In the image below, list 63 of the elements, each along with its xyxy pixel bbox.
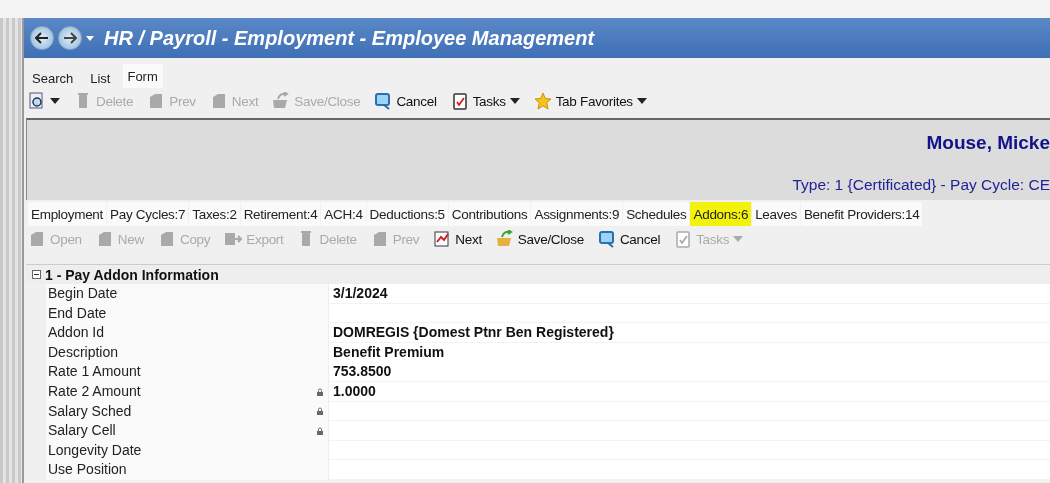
- forward-button[interactable]: [58, 26, 82, 50]
- view-tab[interactable]: List: [86, 68, 116, 88]
- section-title: 1 - Pay Addon Information: [45, 266, 219, 283]
- toolbar-button[interactable]: Tasks: [450, 92, 520, 110]
- record-tab[interactable]: ACH:4: [321, 202, 366, 226]
- field-value: 1.0000: [328, 381, 1050, 402]
- toolbar-button[interactable]: Tab Favorites: [533, 92, 647, 110]
- clipboard-check-icon: [450, 92, 469, 110]
- toolbar-button[interactable]: Cancel: [374, 92, 437, 110]
- record-tab[interactable]: Retirement:4: [240, 202, 321, 226]
- field-value: 3/1/2024: [328, 284, 1050, 304]
- record-tab[interactable]: Pay Cycles:7: [107, 202, 189, 226]
- field-label: Description: [47, 342, 120, 362]
- view-tab[interactable]: Form: [123, 64, 163, 88]
- minus-icon: [33, 271, 40, 278]
- clipboard-check-icon: [674, 230, 693, 248]
- window-title: HR / Payroll - Employment - Employee Management: [104, 26, 595, 50]
- caret-icon: [86, 35, 94, 41]
- record-tab[interactable]: Leaves: [752, 202, 800, 226]
- field-label: Longevity Date: [47, 440, 143, 460]
- next-record-icon: [433, 230, 452, 248]
- forward-arrow-icon: [63, 32, 77, 44]
- employee-type: Type: 1 {Certificated} - Pay Cycle: CE: [792, 176, 1050, 194]
- star-icon: [533, 92, 552, 110]
- field-label: Begin Date: [47, 284, 119, 303]
- record-tab[interactable]: Employment: [28, 202, 107, 226]
- caret-icon: [636, 98, 647, 104]
- cancel-icon: [374, 92, 393, 110]
- caret-icon: [509, 98, 520, 104]
- record-tab[interactable]: Schedules: [623, 202, 690, 226]
- field-label: Salary Sched: [47, 401, 133, 421]
- export-icon: [224, 230, 243, 248]
- record-tab[interactable]: Deductions:5: [366, 202, 448, 226]
- employee-name: Mouse, Micke: [926, 132, 1050, 154]
- caret-icon: [50, 98, 60, 104]
- record-tab[interactable]: Contributions: [448, 202, 531, 226]
- folder-arrow-icon: [272, 92, 291, 110]
- view-tab[interactable]: Search: [28, 68, 79, 88]
- record-tab[interactable]: Taxes:2: [189, 202, 240, 226]
- field-label: Addon Id: [47, 323, 106, 343]
- toolbar-button[interactable]: Save/Close: [495, 230, 584, 248]
- preview-button[interactable]: [28, 92, 60, 110]
- caret-icon: [733, 236, 744, 242]
- page-icon: [28, 230, 46, 248]
- record-tab[interactable]: Benefit Providers:14: [800, 202, 923, 226]
- field-label: Use Position: [47, 460, 128, 480]
- back-arrow-icon: [35, 32, 49, 44]
- cancel-icon: [597, 230, 616, 248]
- record-tab[interactable]: Assignments:9: [531, 202, 623, 226]
- field-value: 753.8500: [328, 362, 1050, 383]
- folder-arrow-icon: [495, 230, 514, 248]
- magnifier-page-icon: [28, 92, 46, 110]
- field-label: Rate 1 Amount: [47, 362, 142, 382]
- record-tab[interactable]: Addons:6: [690, 202, 752, 226]
- field-label: Salary Cell: [47, 421, 117, 441]
- back-button[interactable]: [30, 26, 54, 50]
- field-label: Rate 2 Amount: [47, 381, 142, 401]
- field-value: DOMREGIS {Domest Ptnr Ben Registered}: [328, 323, 1050, 344]
- field-label: End Date: [47, 303, 108, 323]
- collapse-toggle[interactable]: [32, 270, 41, 279]
- toolbar-button[interactable]: Next: [433, 230, 482, 248]
- toolbar-button[interactable]: Cancel: [597, 230, 661, 248]
- field-value: Benefit Premium: [328, 342, 1050, 363]
